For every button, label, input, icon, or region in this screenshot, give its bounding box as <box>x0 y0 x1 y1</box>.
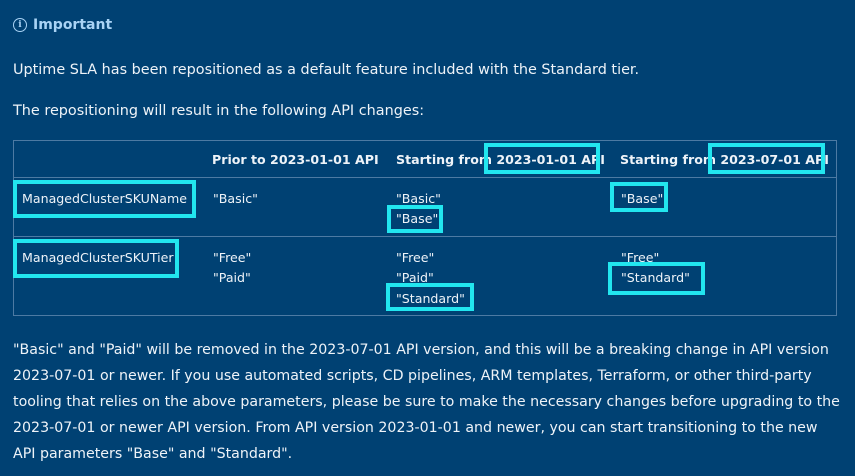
highlight-box-standard-0701 <box>608 262 705 295</box>
info-circle-icon: i <box>13 18 27 32</box>
highlight-box-header-2023-07-01 <box>708 143 825 174</box>
highlight-box-skuname <box>13 180 196 218</box>
prior-value: "Paid" <box>213 270 251 285</box>
highlight-box-base-0701 <box>610 182 668 212</box>
highlight-box-base-0101 <box>387 205 443 233</box>
intro-text: Uptime SLA has been repositioned as a de… <box>13 62 640 78</box>
closing-text: "Basic" and "Paid" will be removed in th… <box>13 342 840 462</box>
callout-title: i Important <box>13 17 112 33</box>
callout-title-text: Important <box>33 17 113 33</box>
lead-text: The repositioning will result in the fol… <box>13 103 425 119</box>
highlight-box-standard-0101 <box>386 283 474 311</box>
table-divider <box>14 177 836 178</box>
value-2023-01-01: "Free" <box>396 250 435 265</box>
prior-value: "Basic" <box>213 191 258 206</box>
header-prior: Prior to 2023-01-01 API <box>212 152 379 167</box>
table-divider <box>14 236 836 237</box>
highlight-box-header-2023-01-01 <box>484 143 600 174</box>
value-2023-01-01: "Basic" <box>396 191 441 206</box>
prior-value: "Free" <box>213 250 252 265</box>
highlight-box-skutier <box>13 239 179 278</box>
